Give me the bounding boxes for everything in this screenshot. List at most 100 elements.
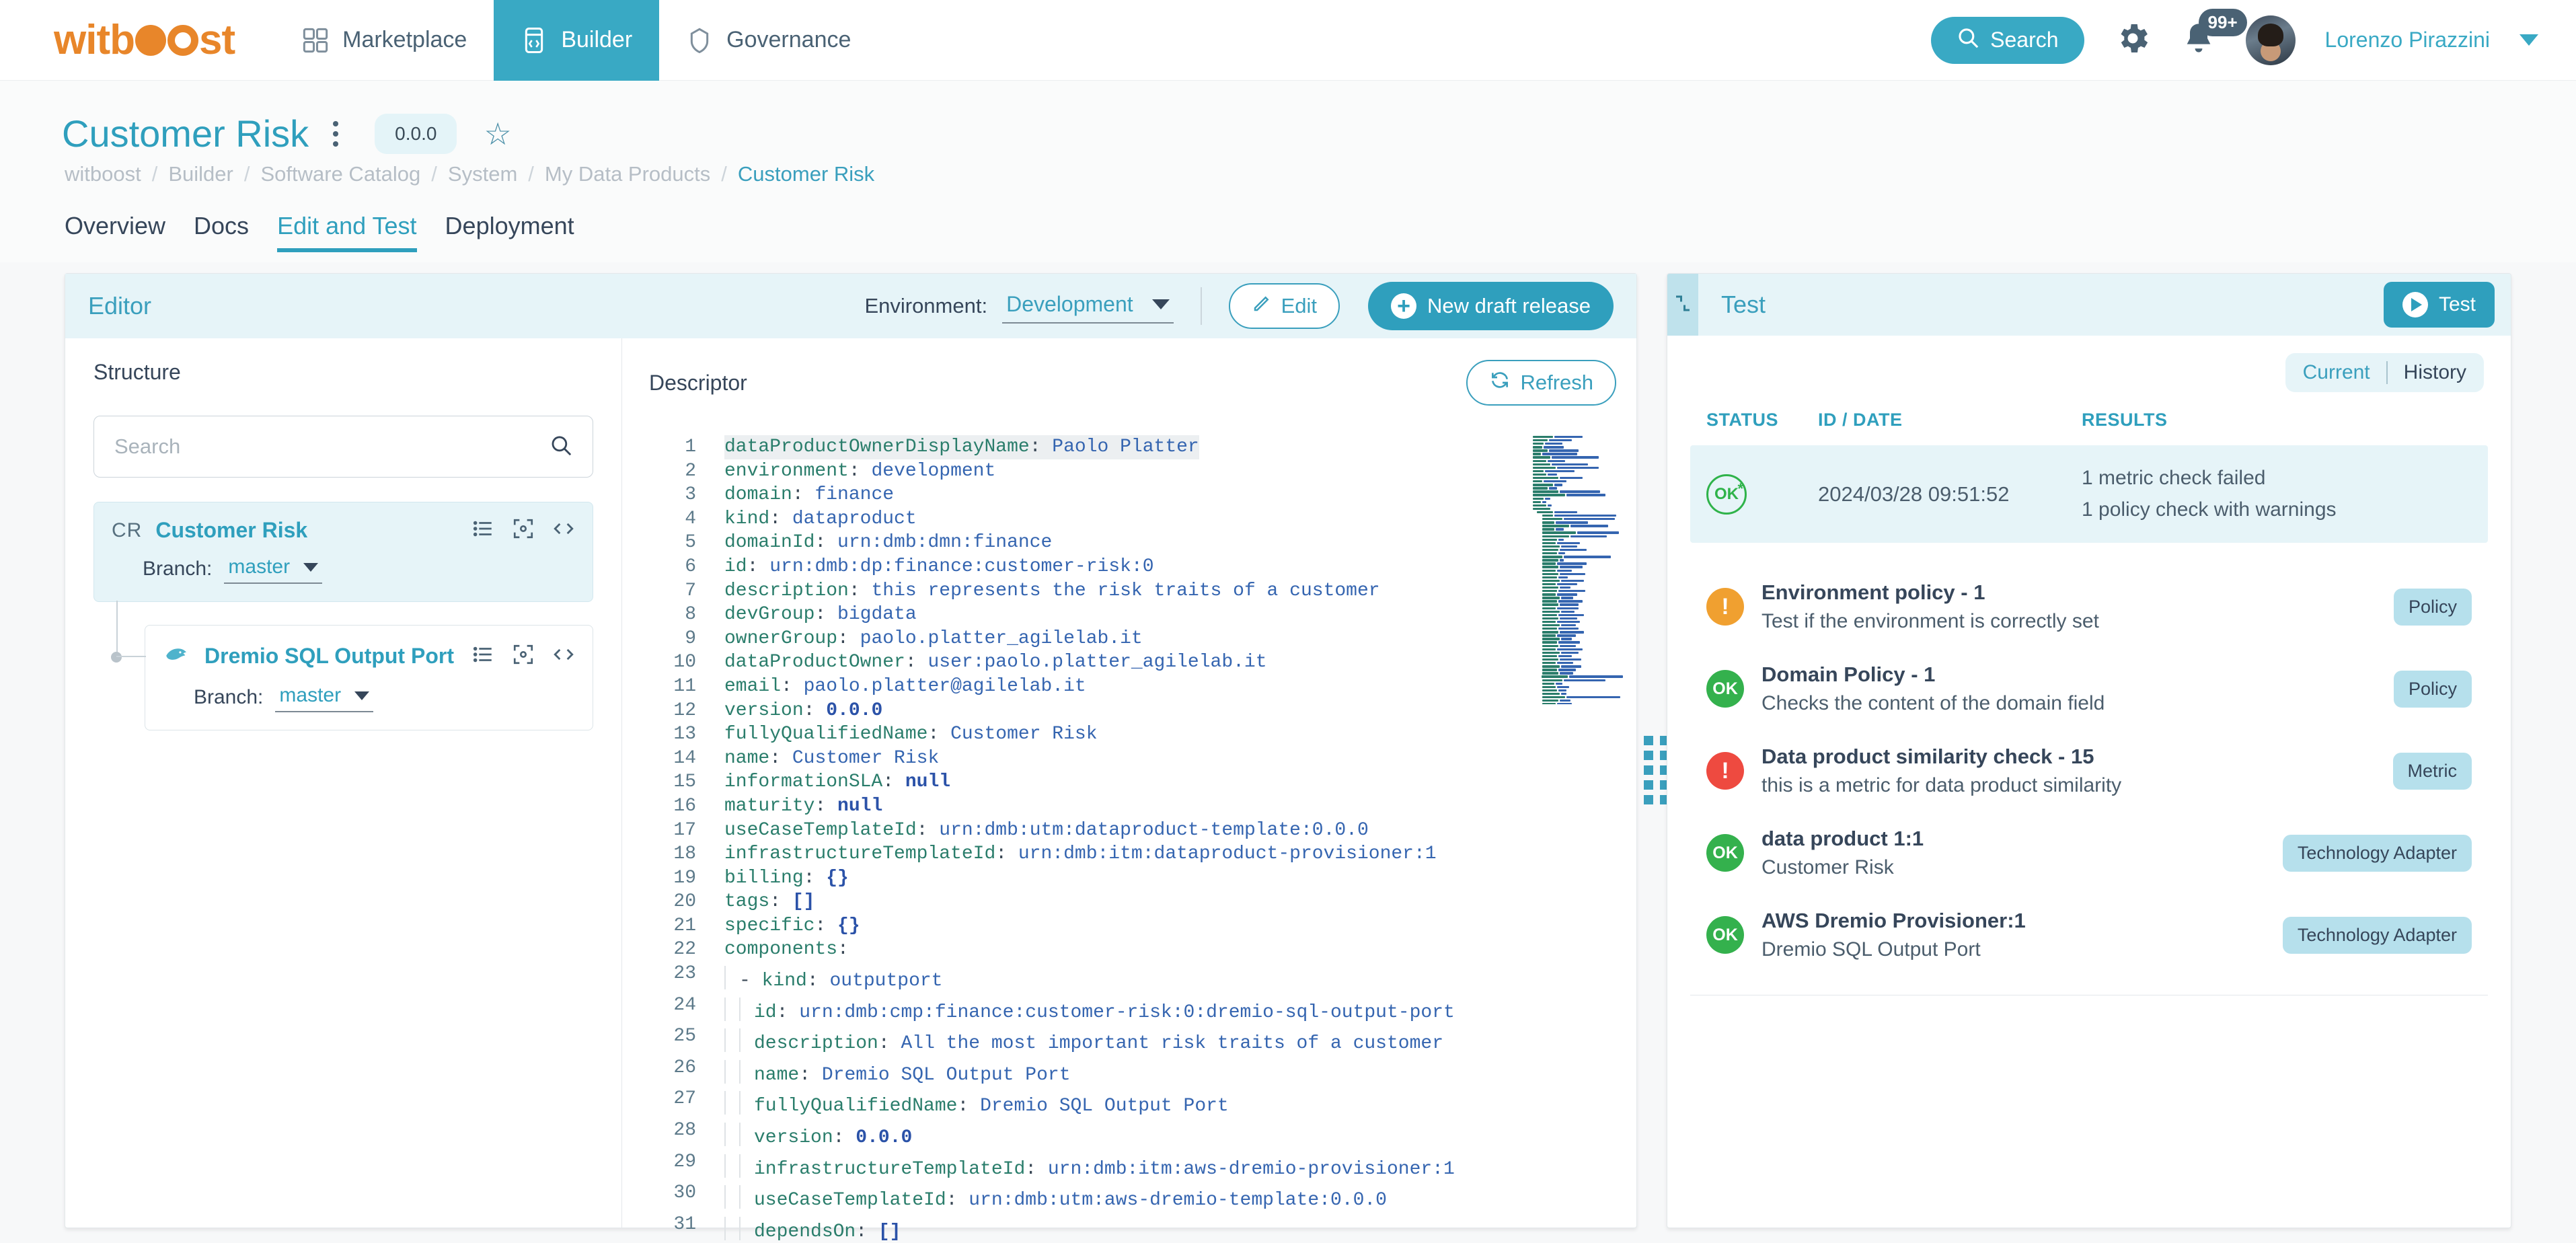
code-line[interactable]: 1 dataProductOwnerDisplayName: Paolo Plat… <box>649 435 1636 459</box>
code-line[interactable]: 7 description: this represents the risk t… <box>649 579 1636 603</box>
test-check-item[interactable]: OK data product 1:1 Customer Risk Technolog… <box>1690 812 2488 894</box>
chevron-down-icon[interactable] <box>2520 34 2538 46</box>
structure-node-dremio-sql-output-port[interactable]: Dremio SQL Output Port Branch: master <box>145 625 593 730</box>
code-editor[interactable]: 1 dataProductOwnerDisplayName: Paolo Plat… <box>649 435 1636 1243</box>
code-brackets-icon[interactable] <box>552 517 575 543</box>
list-view-icon[interactable] <box>471 643 494 669</box>
status-err-icon: ! <box>1706 752 1744 790</box>
code-line[interactable]: 20 tags: [] <box>649 890 1636 914</box>
edit-button[interactable]: Edit <box>1228 283 1340 329</box>
environment-select[interactable]: Development <box>1002 289 1174 324</box>
collapse-panel-button[interactable] <box>1667 274 1698 336</box>
code-line[interactable]: 29 infrastructureTemplateId: urn:dmb:itm:… <box>649 1150 1636 1182</box>
avatar[interactable] <box>2245 15 2296 65</box>
code-line[interactable]: 17 useCaseTemplateId: urn:dmb:utm:datapro… <box>649 819 1636 843</box>
test-check-item[interactable]: OK Domain Policy - 1 Checks the content of… <box>1690 648 2488 730</box>
breadcrumb-item-builder[interactable]: Builder <box>168 162 233 186</box>
search-icon[interactable] <box>550 434 572 460</box>
test-check-item[interactable]: ! Environment policy - 1 Test if the envir… <box>1690 566 2488 648</box>
code-line[interactable]: 22 components: <box>649 938 1636 962</box>
breadcrumb-item-witboost[interactable]: witboost <box>65 162 141 186</box>
code-line[interactable]: 11 email: paolo.platter@agilelab.it <box>649 675 1636 699</box>
code-line[interactable]: 10 dataProductOwner: user:paolo.platter_a… <box>649 650 1636 675</box>
collapse-arrows-icon <box>1673 293 1693 317</box>
search-button[interactable]: Search <box>1931 16 2084 64</box>
test-check-item[interactable]: ! Data product similarity check - 15 this … <box>1690 730 2488 812</box>
run-date: 2024/03/28 09:51:52 <box>1818 482 2010 506</box>
code-line[interactable]: 21 specific: {} <box>649 914 1636 938</box>
code-minimap[interactable] <box>1530 435 1623 704</box>
search-input[interactable] <box>114 435 550 459</box>
line-content: billing: {} <box>724 866 849 891</box>
column-header-results: RESULTS <box>2082 410 2168 430</box>
node-abbreviation: CR <box>112 519 143 541</box>
new-draft-release-button[interactable]: + New draft release <box>1368 282 1614 330</box>
structure-node-customer-risk[interactable]: CR Customer Risk Branch: master <box>93 502 593 602</box>
code-brackets-icon[interactable] <box>552 643 575 669</box>
tab-overview[interactable]: Overview <box>65 212 165 252</box>
yaml-value: [] <box>781 891 815 913</box>
yaml-value: urn:dmb:dp:finance:customer-risk:0 <box>758 556 1154 577</box>
code-line[interactable]: 19 billing: {} <box>649 866 1636 891</box>
branch-row-customer-risk: Branch: master <box>112 554 575 584</box>
code-line[interactable]: 14 name: Customer Risk <box>649 747 1636 771</box>
code-line[interactable]: 13 fullyQualifiedName: Customer Risk <box>649 722 1636 747</box>
code-line[interactable]: 4 kind: dataproduct <box>649 507 1636 531</box>
focus-target-icon[interactable] <box>512 643 535 669</box>
code-line-list[interactable]: 1 dataProductOwnerDisplayName: Paolo Plat… <box>649 435 1636 1243</box>
segment-history[interactable]: History <box>2404 361 2466 384</box>
witboost-logo[interactable]: witb st <box>54 16 235 64</box>
tab-docs[interactable]: Docs <box>194 212 249 252</box>
code-line[interactable]: 26 name: Dremio SQL Output Port <box>649 1056 1636 1088</box>
branch-select-customer-risk[interactable]: master <box>224 554 323 584</box>
segment-current[interactable]: Current <box>2303 361 2370 384</box>
code-line[interactable]: 3 domain: finance <box>649 483 1636 507</box>
code-line[interactable]: 27 fullyQualifiedName: Dremio SQL Output … <box>649 1087 1636 1119</box>
yaml-key: infrastructureTemplateId <box>724 843 996 865</box>
code-line[interactable]: 6 id: urn:dmb:dp:finance:customer-risk:0 <box>649 555 1636 579</box>
node-header-row: Dremio SQL Output Port <box>163 640 575 672</box>
editor-panel-header: Editor Environment: Development Edit + N… <box>65 274 1636 338</box>
code-line[interactable]: 5 domainId: urn:dmb:dmn:finance <box>649 531 1636 555</box>
code-line[interactable]: 23 - kind: outputport <box>649 962 1636 993</box>
code-line[interactable]: 31 dependsOn: [] <box>649 1213 1636 1243</box>
breadcrumb-item-system[interactable]: System <box>448 162 517 186</box>
yaml-value: user:paolo.platter_agilelab.it <box>916 652 1267 673</box>
list-view-icon[interactable] <box>471 517 494 543</box>
test-check-item[interactable]: OK AWS Dremio Provisioner:1 Dremio SQL Out… <box>1690 894 2488 976</box>
indent-guide <box>739 1091 741 1115</box>
breadcrumb-item-software-catalog[interactable]: Software Catalog <box>260 162 420 186</box>
code-line[interactable]: 12 version: 0.0.0 <box>649 699 1636 723</box>
code-line[interactable]: 18 infrastructureTemplateId: urn:dmb:itm:… <box>649 842 1636 866</box>
code-line[interactable]: 24 id: urn:dmb:cmp:finance:customer-risk:… <box>649 993 1636 1025</box>
run-test-button[interactable]: Test <box>2383 282 2495 328</box>
focus-target-icon[interactable] <box>512 517 535 543</box>
code-line[interactable]: 25 description: All the most important ri… <box>649 1024 1636 1056</box>
refresh-button-label: Refresh <box>1520 371 1593 394</box>
branch-select-dremio[interactable]: master <box>275 683 374 712</box>
test-run-row[interactable]: OK * 2024/03/28 09:51:52 1 metric check f… <box>1690 445 2488 543</box>
structure-search-box[interactable] <box>93 416 593 478</box>
nav-item-governance[interactable]: Governance <box>659 0 878 81</box>
code-line[interactable]: 30 useCaseTemplateId: urn:dmb:utm:aws-dre… <box>649 1181 1636 1213</box>
code-line[interactable]: 2 environment: development <box>649 459 1636 484</box>
code-line[interactable]: 16 maturity: null <box>649 794 1636 819</box>
tab-deployment[interactable]: Deployment <box>445 212 574 252</box>
favorite-star-icon[interactable]: ☆ <box>484 118 511 149</box>
notifications-button[interactable]: 99+ <box>2181 9 2247 61</box>
code-line[interactable]: 9 ownerGroup: paolo.platter_agilelab.it <box>649 627 1636 651</box>
breadcrumb-item-my-data-products[interactable]: My Data Products <box>545 162 710 186</box>
line-content: description: this represents the risk tr… <box>724 579 1380 603</box>
code-line[interactable]: 15 informationSLA: null <box>649 770 1636 794</box>
nav-item-marketplace[interactable]: Marketplace <box>275 0 494 81</box>
code-line[interactable]: 28 version: 0.0.0 <box>649 1119 1636 1150</box>
check-subtitle: Test if the environment is correctly set <box>1761 610 2099 632</box>
code-line[interactable]: 8 devGroup: bigdata <box>649 603 1636 627</box>
panel-splitter-handle[interactable] <box>1644 713 1669 827</box>
refresh-button[interactable]: Refresh <box>1466 360 1616 406</box>
more-options-icon[interactable] <box>326 120 345 147</box>
breadcrumb-item-customer-risk[interactable]: Customer Risk <box>738 162 874 186</box>
settings-button[interactable] <box>2114 20 2152 61</box>
tab-edit-and-test[interactable]: Edit and Test <box>277 212 417 252</box>
nav-item-builder[interactable]: Builder <box>494 0 660 81</box>
